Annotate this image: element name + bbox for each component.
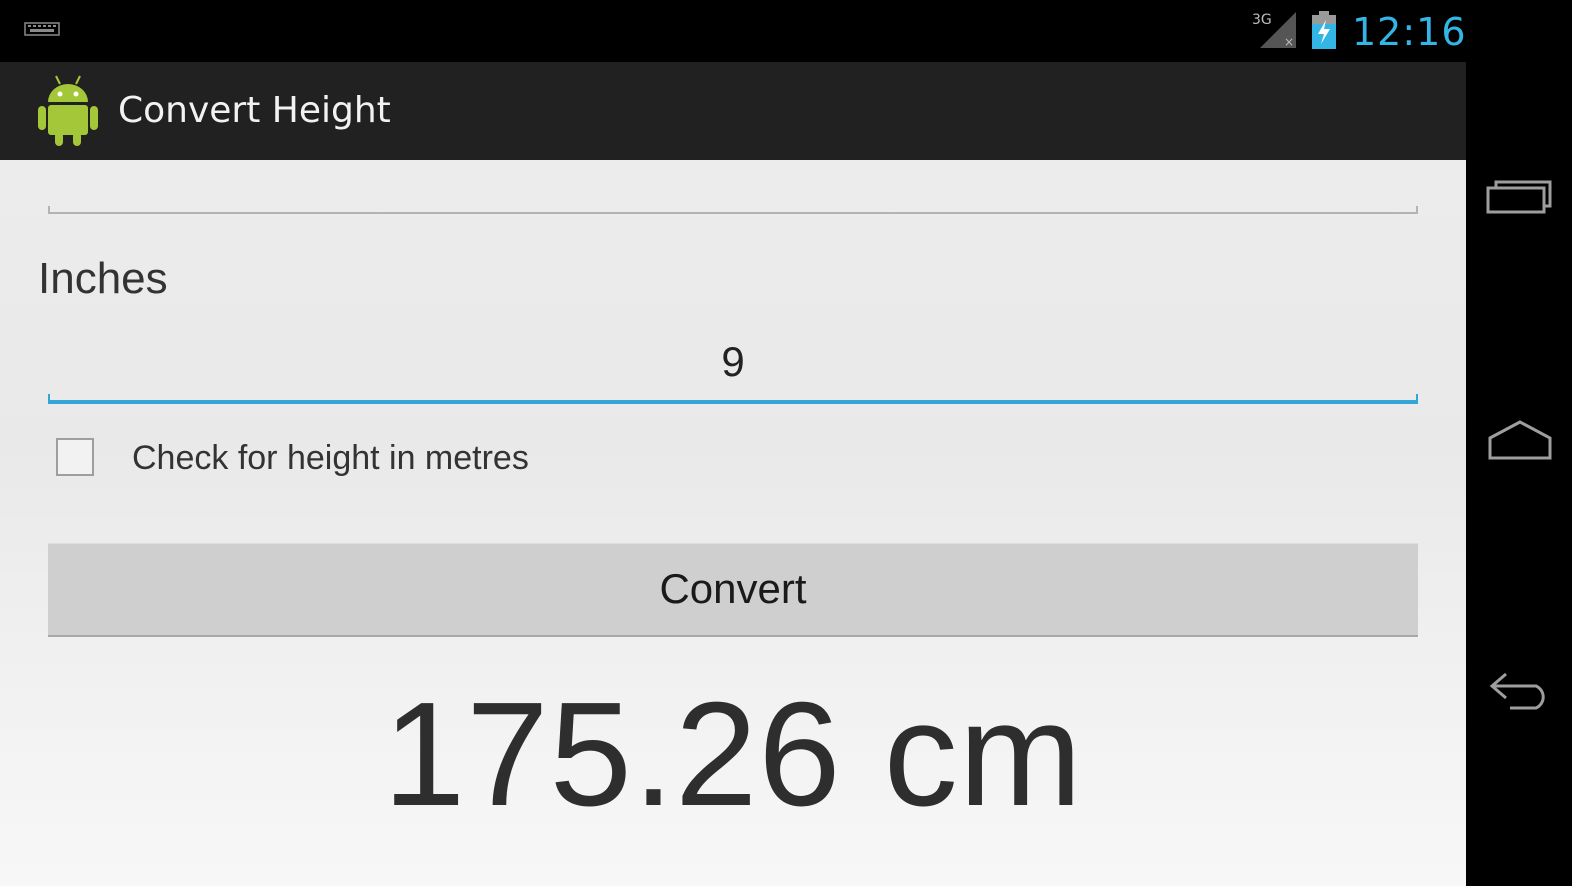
network-type-label: 3G xyxy=(1252,12,1272,28)
metres-checkbox-label[interactable]: Check for height in metres xyxy=(132,436,529,480)
svg-text:×: × xyxy=(1284,35,1294,49)
battery-charging-icon xyxy=(1312,11,1336,49)
action-bar: Convert Height xyxy=(0,62,1466,166)
signal-3g-icon: 3G × xyxy=(1252,12,1296,49)
back-icon[interactable] xyxy=(1484,662,1556,714)
keyboard-icon xyxy=(24,22,60,36)
status-clock: 12:16 xyxy=(1352,10,1467,54)
inches-input-value[interactable]: 9 xyxy=(48,338,1418,386)
app-title: Convert Height xyxy=(118,90,391,131)
navigation-bar xyxy=(1466,0,1572,886)
feet-input-underline xyxy=(48,212,1418,214)
inches-input-underline xyxy=(48,400,1418,404)
home-icon[interactable] xyxy=(1484,414,1556,466)
result-text: 175.26 cm xyxy=(382,672,1084,837)
inches-input[interactable]: 9 xyxy=(48,330,1418,404)
feet-input[interactable] xyxy=(48,190,1418,214)
metres-checkbox-row[interactable]: Check for height in metres xyxy=(56,436,656,484)
status-bar: 3G × 12:16 xyxy=(0,0,1466,62)
convert-button[interactable]: Convert xyxy=(48,543,1418,637)
recent-apps-icon[interactable] xyxy=(1484,172,1556,224)
main-content: Inches 9 Check for height in metres Conv… xyxy=(0,160,1466,886)
android-robot-icon[interactable] xyxy=(34,70,102,150)
metres-checkbox[interactable] xyxy=(56,438,94,476)
inches-label: Inches xyxy=(38,254,168,303)
